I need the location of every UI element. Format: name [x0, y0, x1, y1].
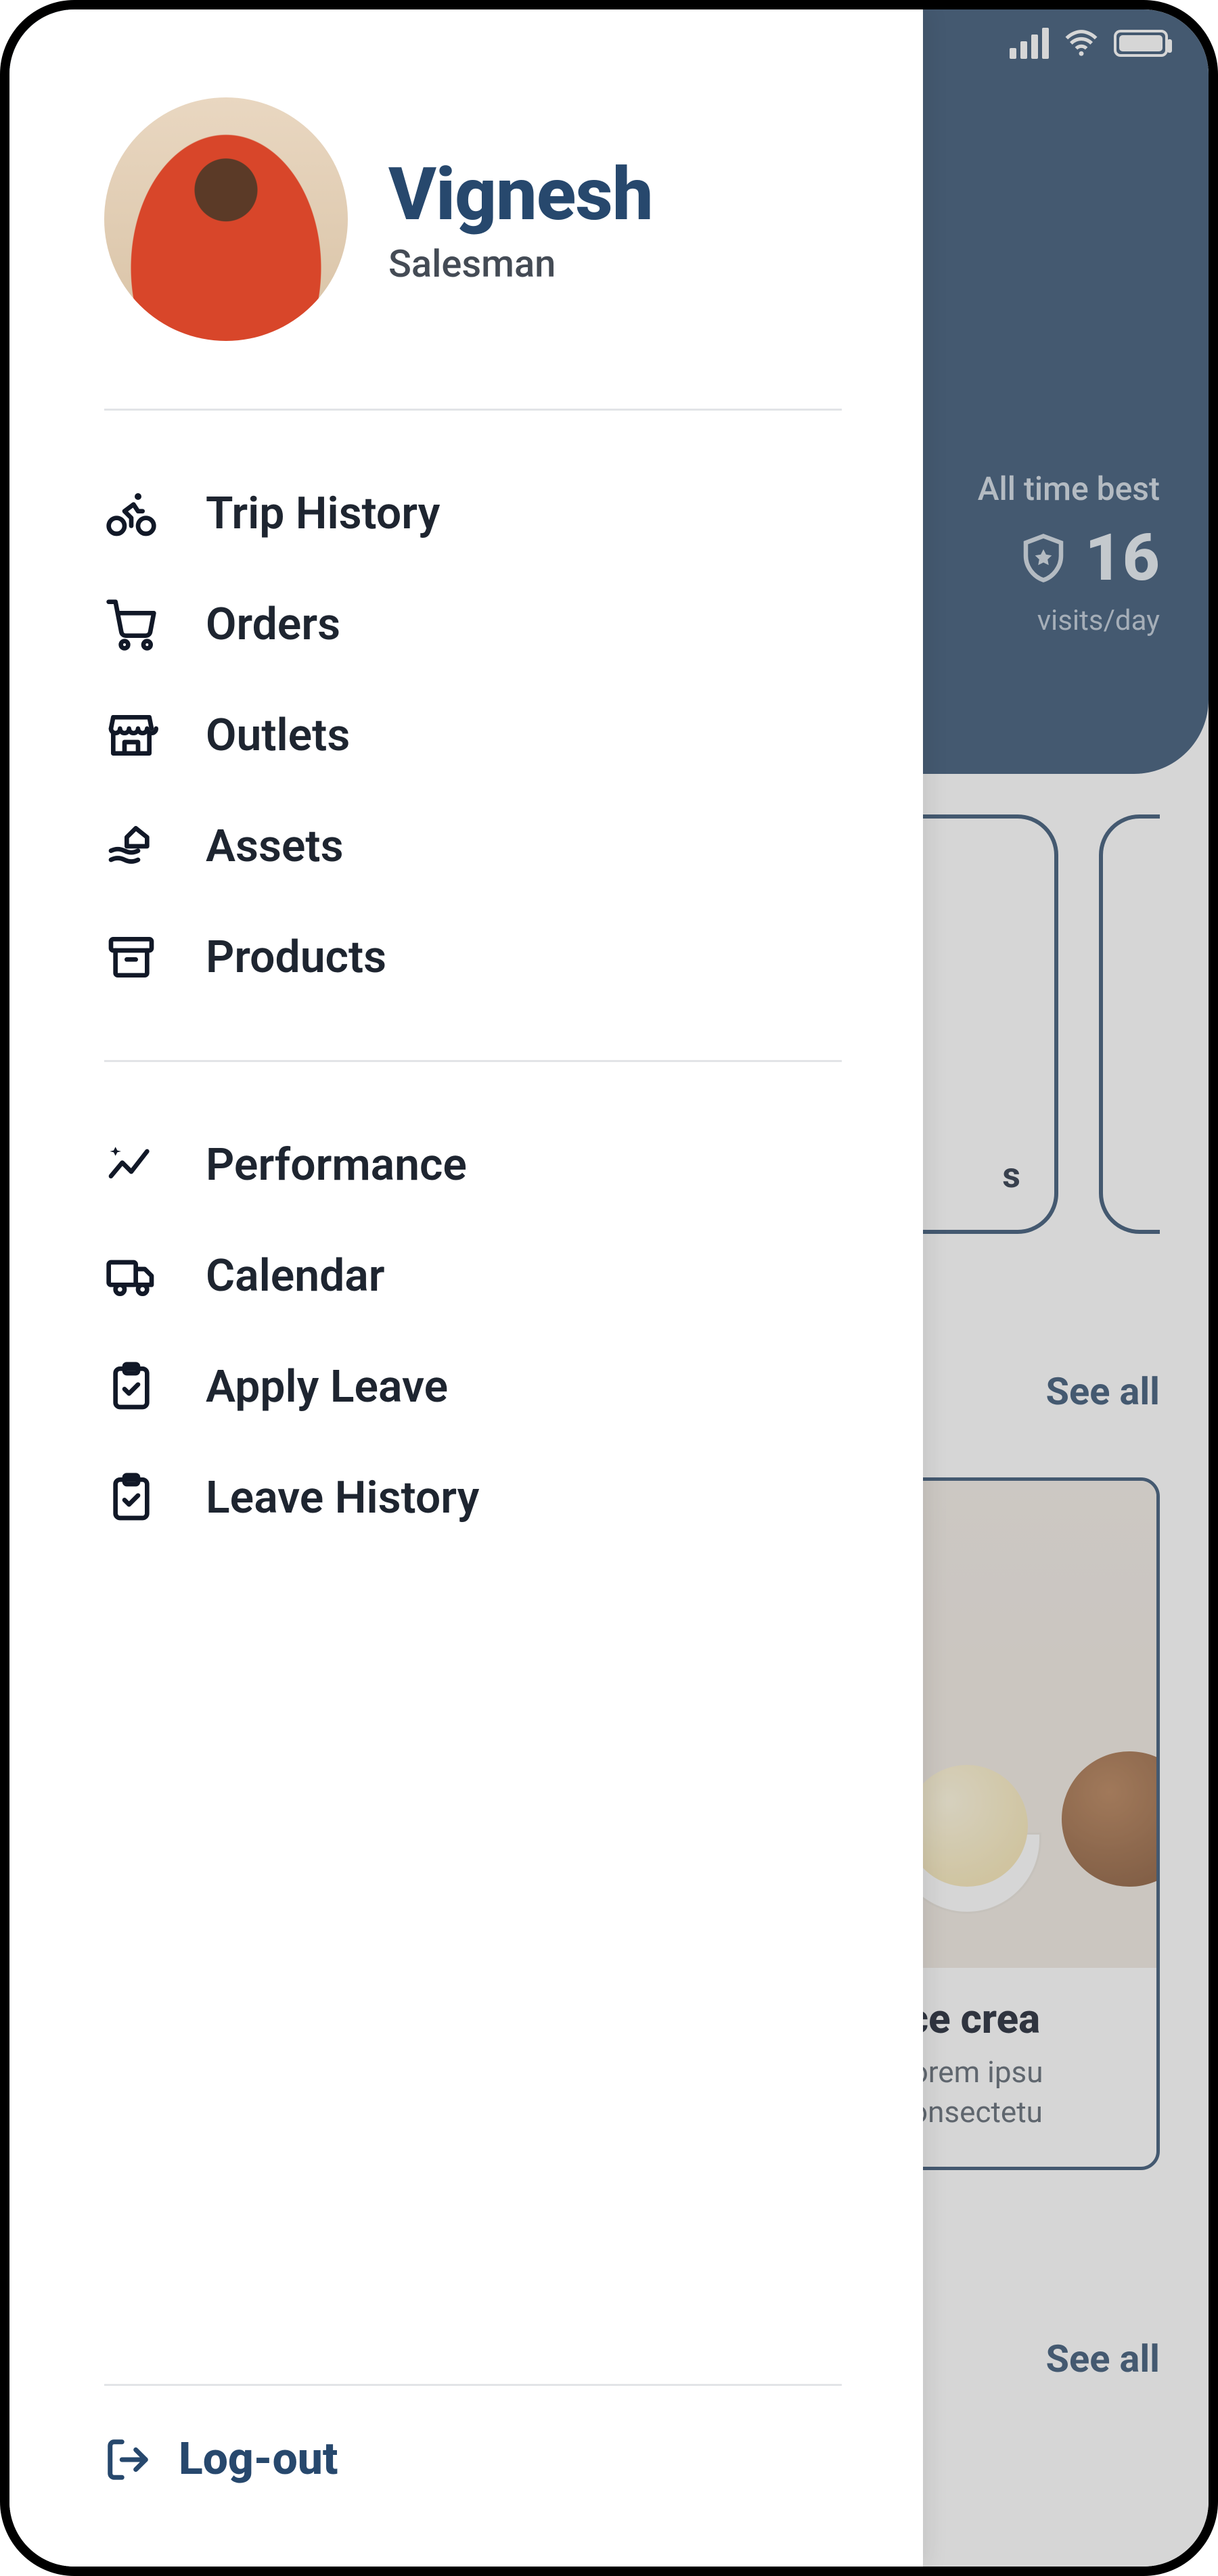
- menu-item-performance[interactable]: Performance: [104, 1109, 842, 1220]
- bicycle-icon: [104, 486, 158, 540]
- menu-item-label: Orders: [206, 599, 340, 651]
- divider: [104, 1060, 842, 1062]
- product-title: Ice crea: [895, 1995, 1133, 2043]
- menu-group-primary: Trip History Orders: [104, 458, 842, 1060]
- menu-item-leave-history[interactable]: Leave History: [104, 1442, 842, 1553]
- clipboard-check-icon: [104, 1360, 158, 1414]
- menu-item-apply-leave[interactable]: Apply Leave: [104, 1331, 842, 1442]
- battery-icon: [1114, 30, 1168, 57]
- logout-icon: [104, 2436, 152, 2483]
- menu-item-label: Outlets: [206, 710, 350, 762]
- product-desc-line: Lorem ipsu: [895, 2052, 1133, 2092]
- menu-group-secondary: Performance Calendar: [104, 1109, 842, 1601]
- quick-card-peek[interactable]: [1099, 814, 1160, 1234]
- see-all-link[interactable]: See all: [1046, 1369, 1160, 1414]
- menu-item-label: Leave History: [206, 1472, 479, 1524]
- wifi-icon: [1064, 26, 1099, 61]
- divider: [104, 409, 842, 411]
- menu-item-label: Calendar: [206, 1250, 384, 1302]
- profile-header[interactable]: Vignesh Salesman: [104, 97, 842, 409]
- assets-icon: [104, 819, 158, 873]
- shield-star-icon: [1017, 532, 1070, 584]
- device-frame: All time best 16 visits/day s: [0, 0, 1218, 2576]
- signal-icon: [1010, 28, 1049, 59]
- stat-value: 16: [1085, 520, 1160, 596]
- trend-icon: [104, 1138, 158, 1192]
- cart-icon: [104, 597, 158, 651]
- spacer: [104, 1601, 842, 2384]
- see-all-link[interactable]: See all: [1046, 2337, 1160, 2381]
- menu-item-label: Apply Leave: [206, 1361, 448, 1413]
- stat-unit: visits/day: [978, 604, 1160, 637]
- storefront-icon: [104, 708, 158, 762]
- menu-item-label: Assets: [206, 821, 344, 873]
- menu-item-trip-history[interactable]: Trip History: [104, 458, 842, 569]
- status-bar: [1010, 26, 1168, 61]
- menu-item-label: Performance: [206, 1139, 467, 1191]
- menu-item-assets[interactable]: Assets: [104, 791, 842, 902]
- clipboard-check-icon: [104, 1471, 158, 1525]
- archive-icon: [104, 930, 158, 984]
- avatar: [104, 97, 348, 341]
- van-icon: [104, 1249, 158, 1303]
- logout-label: Log-out: [179, 2433, 338, 2485]
- header-stat: All time best 16 visits/day: [978, 469, 1160, 637]
- menu-item-products[interactable]: Products: [104, 902, 842, 1013]
- menu-item-orders[interactable]: Orders: [104, 569, 842, 680]
- profile-name: Vignesh: [388, 152, 653, 237]
- menu: Trip History Orders: [104, 458, 842, 1601]
- menu-item-label: Trip History: [206, 488, 440, 540]
- product-desc-line: consectetu: [895, 2092, 1133, 2132]
- logout-button[interactable]: Log-out: [104, 2384, 842, 2485]
- menu-item-label: Products: [206, 932, 386, 984]
- nav-drawer: Vignesh Salesman Trip History: [9, 9, 923, 2567]
- menu-item-calendar[interactable]: Calendar: [104, 1220, 842, 1331]
- stat-label: All time best: [978, 469, 1160, 508]
- profile-role: Salesman: [388, 242, 653, 286]
- menu-item-outlets[interactable]: Outlets: [104, 680, 842, 791]
